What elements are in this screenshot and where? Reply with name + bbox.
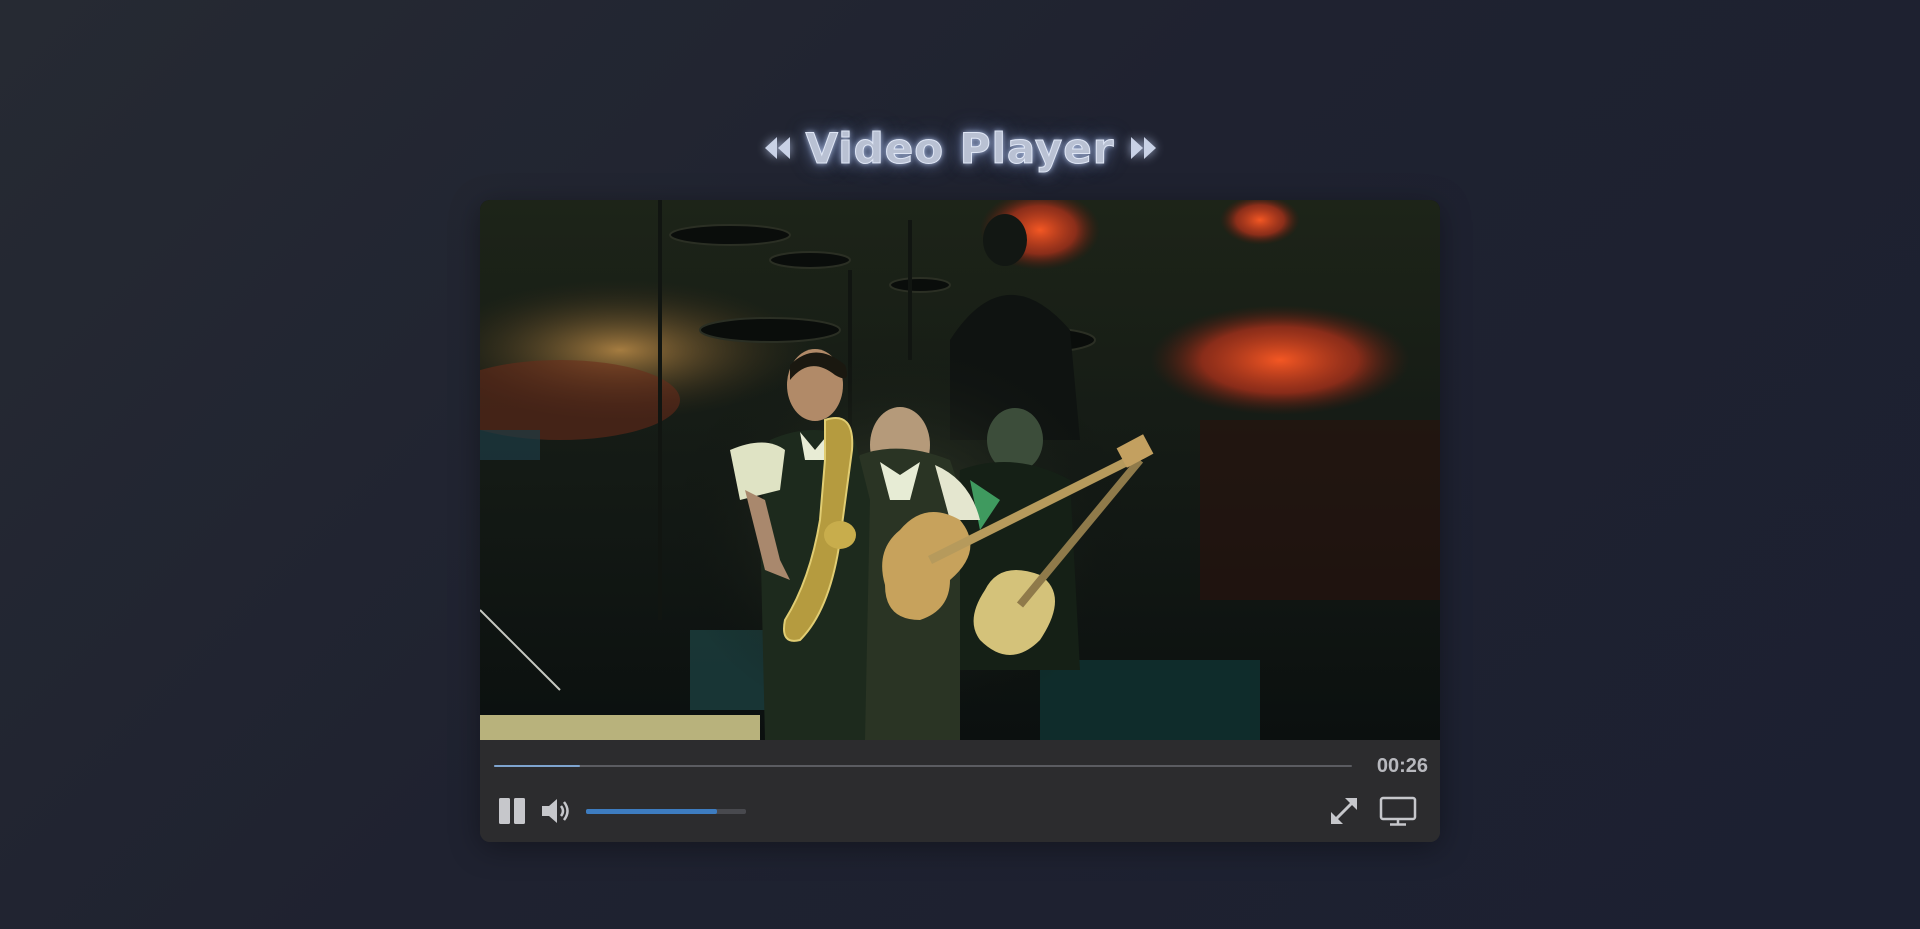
fast-forward-icon <box>1130 137 1156 159</box>
volume-slider[interactable] <box>586 809 746 814</box>
control-bar: 00:26 <box>480 740 1440 842</box>
progress-bar[interactable] <box>494 765 1352 767</box>
page-header: Video Player <box>0 120 1920 176</box>
current-time: 00:26 <box>1376 755 1428 777</box>
cast-button[interactable] <box>1378 795 1418 827</box>
pause-button[interactable] <box>497 796 527 826</box>
page-title: Video Player <box>805 123 1115 173</box>
rewind-icon <box>764 137 790 159</box>
volume-slider-fill <box>586 809 718 814</box>
fullscreen-button[interactable] <box>1328 795 1360 827</box>
expand-icon <box>1331 798 1357 824</box>
monitor-icon <box>1379 796 1417 826</box>
progress-bar-fill <box>494 765 580 767</box>
volume-icon <box>542 799 569 823</box>
video-still <box>480 200 1440 740</box>
video-player: 00:26 <box>480 200 1440 842</box>
pause-icon <box>499 798 525 824</box>
volume-button[interactable] <box>540 796 574 826</box>
video-frame[interactable] <box>480 200 1440 740</box>
